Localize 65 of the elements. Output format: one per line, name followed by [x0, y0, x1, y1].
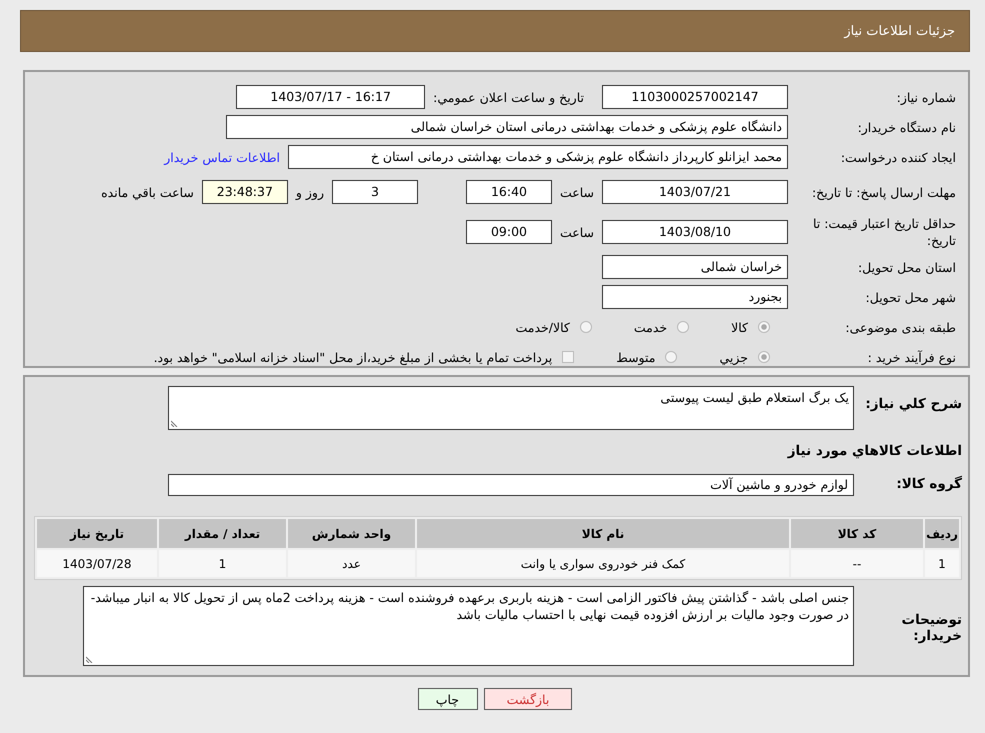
deadline-time-field[interactable]: 16:40	[466, 180, 552, 204]
radio-label: خدمت	[634, 320, 668, 334]
radio-button[interactable]	[758, 351, 770, 363]
buyer-contact-link[interactable]: اطلاعات تماس خریدار	[164, 150, 280, 164]
field-label: طبقه بندی موضوعی:	[844, 318, 956, 336]
remaining-label: ساعت باقي مانده	[101, 184, 194, 200]
deadline-date-field[interactable]: 1403/07/21	[602, 180, 788, 204]
field-label: تاریخ و ساعت اعلان عمومي:	[433, 90, 584, 104]
field-label: مهلت ارسال پاسخ: تا تاریخ:	[810, 184, 956, 200]
field-label: ایجاد کننده درخواست:	[840, 148, 956, 166]
field-label: استان محل تحویل:	[856, 258, 956, 276]
resize-grip-icon[interactable]	[171, 419, 179, 427]
page-title: جزئیات اطلاعات نیاز	[844, 24, 955, 38]
section-title: اطلاعات کالاهاي مورد نیاز	[786, 442, 962, 461]
column-header: تعداد / مقدار	[159, 519, 286, 548]
field-label: شرح کلي نیاز:	[864, 395, 962, 412]
table-cell: --	[791, 550, 923, 577]
field-label: توضیحات خریدار:	[900, 611, 962, 644]
time-label: ساعت	[560, 224, 594, 240]
description-textarea[interactable]: یک برگ استعلام طبق لیست پیوستی	[168, 386, 854, 430]
column-header: تاریخ نیاز	[37, 519, 157, 548]
field-label: نوع فرآیند خرید :	[866, 348, 956, 366]
radio-label: جزيي	[719, 350, 748, 364]
table-cell: کمک فنر خودروی سواری یا وانت	[417, 550, 789, 577]
resize-grip-icon[interactable]	[86, 655, 94, 663]
requester-field[interactable]: محمد ایزانلو کارپرداز دانشگاه علوم پزشکی و خدمات بهداشتی درمانی استان خ	[288, 145, 788, 169]
checkbox-label: پرداخت تمام یا بخشی از مبلغ خرید،از محل "اسناد خزانه اسلامی" خواهد بود.	[154, 350, 552, 364]
validity-date-field[interactable]: 1403/08/10	[602, 220, 788, 244]
field-label: شماره نیاز:	[896, 88, 956, 106]
radio-button[interactable]	[758, 321, 770, 333]
field-label: گروه کالا:	[895, 474, 962, 492]
radio-label: متوسط	[616, 350, 656, 364]
field-label: نام دستگاه خریدار:	[856, 118, 956, 136]
table-cell: 1403/07/28	[37, 550, 157, 577]
column-header: واحد شمارش	[288, 519, 415, 548]
time-label: ساعت	[560, 184, 594, 200]
radio-label: کالا/خدمت	[515, 320, 570, 334]
buyer-notes-textarea[interactable]: جنس اصلی باشد - گذاشتن پیش فاکتور الزامی است - هزینه باربری برعهده فروشنده است - هزینه پرداخت 2ماه پس از تحویل کالا به انبار میباشد- در صورت وجود مالیات بر ارزش افزوده قیمت نهایی با احتساب مالیات باشد	[83, 586, 854, 666]
table-cell: 1	[159, 550, 286, 577]
column-header: کد کالا	[791, 519, 923, 548]
days-field[interactable]: 3	[332, 180, 418, 204]
buyer-notes-text: جنس اصلی باشد - گذاشتن پیش فاکتور الزامی است - هزینه باربری برعهده فروشنده است - هزینه پرداخت 2ماه پس از تحویل کالا به انبار میباشد- در صورت وجود مالیات بر ارزش افزوده قیمت نهایی با احتساب مالیات باشد	[90, 590, 849, 622]
city-field[interactable]: بجنورد	[602, 285, 788, 309]
table-cell: 1	[925, 550, 959, 577]
action-button[interactable]: بازگشت	[484, 688, 572, 710]
radio-button[interactable]	[665, 351, 678, 363]
radio-button[interactable]	[580, 321, 592, 333]
need-number-field[interactable]: 1103000257002147	[602, 85, 788, 109]
field-label: حداقل تاریخ اعتبار قیمت: تا تاریخ:	[812, 215, 956, 249]
column-header: نام کالا	[417, 519, 789, 548]
remaining-time-field[interactable]: 23:48:37	[202, 180, 288, 204]
goods-group-field[interactable]: لوازم خودرو و ماشین آلات	[168, 474, 854, 496]
field-label: شهر محل تحویل:	[864, 288, 956, 306]
table-cell: عدد	[288, 550, 415, 577]
announce-date-field[interactable]: 1403/07/17 - 16:17	[236, 85, 426, 109]
radio-label: کالا	[731, 320, 748, 334]
days-label: روز و	[296, 184, 324, 200]
province-field[interactable]: خراسان شمالی	[602, 255, 788, 279]
column-header: ردیف	[925, 519, 959, 548]
action-button[interactable]: چاپ	[418, 688, 478, 710]
validity-time-field[interactable]: 09:00	[466, 220, 552, 244]
buyer-org-field[interactable]: دانشگاه علوم پزشکی و خدمات بهداشتی درمانی استان خراسان شمالی	[226, 115, 788, 139]
radio-button[interactable]	[677, 321, 690, 333]
checkbox[interactable]	[562, 351, 574, 363]
description-text: یک برگ استعلام طبق لیست پیوستی	[660, 390, 849, 405]
